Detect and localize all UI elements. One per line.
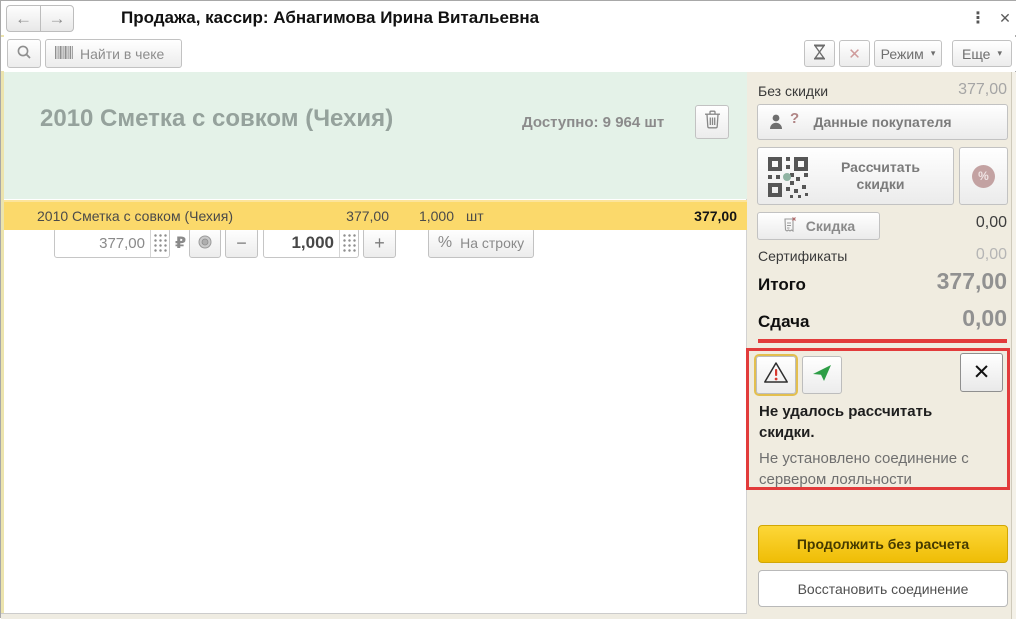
product-name: 2010 Сметка с совком (Чехия): [40, 105, 394, 132]
window-close-icon[interactable]: ✕: [996, 7, 1014, 29]
calc-discounts-button[interactable]: Рассчитать скидки: [757, 147, 954, 205]
more-label: Еще: [961, 45, 991, 62]
price-field[interactable]: 377,00: [54, 228, 170, 258]
cancel-icon: ✕: [848, 45, 861, 63]
total-value: 377,00: [936, 268, 1007, 294]
customer-data-button[interactable]: ? Данные покупателя: [757, 104, 1008, 140]
discount-value: 0,00: [975, 214, 1007, 231]
alert-divider: [758, 339, 1007, 343]
mode-label: Режим: [880, 45, 924, 62]
change-value: 0,00: [962, 305, 1007, 331]
question-mark: ?: [790, 110, 800, 127]
barcode-icon: [55, 45, 73, 62]
kebab-menu-icon[interactable]: ⋮: [969, 7, 987, 29]
discount-label: Скидка: [805, 218, 856, 234]
line-discount-button[interactable]: % На строку: [428, 228, 534, 258]
coin-icon: [198, 233, 212, 254]
send-report-button[interactable]: [802, 356, 842, 394]
receipt-area: 2010 Сметка с совком (Чехия) Доступно: 9…: [4, 72, 747, 613]
quantity-value: 1,000: [291, 233, 334, 252]
minus-icon: −: [236, 232, 247, 253]
person-icon: [768, 112, 788, 132]
error-message: Не установлено соединение с сервером лоя…: [759, 450, 969, 488]
find-in-receipt-label: Найти в чеке: [80, 45, 165, 62]
calc-discounts-label: Рассчитать скидки: [841, 159, 920, 192]
discount-button[interactable]: Скидка: [757, 212, 880, 240]
forward-arrow-icon: →: [48, 8, 66, 28]
current-item-panel: 2010 Сметка с совком (Чехия) Доступно: 9…: [4, 72, 747, 258]
row-qty: 1,000: [418, 208, 454, 224]
page-title: Продажа, кассир: Абнагимова Ирина Виталь…: [121, 8, 540, 27]
manual-discount-button[interactable]: %: [959, 147, 1008, 205]
price-value: 377,00: [99, 234, 145, 252]
mode-button[interactable]: Режим ▾: [874, 40, 942, 67]
back-arrow-icon: ←: [15, 8, 32, 28]
send-icon: [812, 364, 832, 387]
chevron-down-icon: ▾: [930, 48, 936, 58]
plus-icon: +: [374, 232, 385, 253]
no-discount-label: Без скидки: [758, 83, 829, 99]
decrease-qty-button[interactable]: −: [225, 228, 258, 258]
find-in-receipt-button[interactable]: Найти в чеке: [45, 39, 182, 68]
forward-button[interactable]: →: [40, 5, 74, 32]
line-discount-label: На строку: [460, 235, 525, 251]
error-notification: ✕ Не удалось рассчитать скидки. Не устан…: [746, 348, 1010, 490]
row-price: 377,00: [346, 208, 389, 224]
receipt-discount-icon: [782, 216, 798, 236]
error-title: Не удалось рассчитать скидки.: [759, 403, 933, 441]
total-label: Итого: [758, 275, 806, 294]
change-label: Сдача: [758, 312, 810, 331]
row-sum: 377,00: [694, 208, 737, 224]
window-bottom-edge: [1, 613, 747, 619]
restore-connection-button[interactable]: Восстановить соединение: [758, 570, 1008, 607]
hourglass-icon: [812, 44, 827, 63]
more-button[interactable]: Еще ▾: [952, 40, 1012, 67]
qr-code-icon: [766, 155, 810, 199]
close-icon[interactable]: ✕: [960, 353, 1003, 392]
back-button[interactable]: ←: [6, 5, 40, 32]
trash-icon: [704, 110, 721, 134]
table-row[interactable]: 2010 Сметка с совком (Чехия) 377,00 1,00…: [4, 200, 747, 230]
totals-panel: Без скидки 377,00 ? Данные покупателя Ра…: [746, 72, 1016, 619]
titlebar: ← → Продажа, кассир: Абнагимова Ирина Ви…: [1, 1, 1016, 35]
warning-button[interactable]: [756, 356, 796, 394]
history-nav: ← →: [6, 5, 74, 32]
increase-qty-button[interactable]: +: [363, 228, 396, 258]
ruble-sign: ₽: [175, 235, 187, 252]
percent-circle-icon: %: [972, 164, 995, 188]
chevron-down-icon: ▾: [997, 48, 1003, 58]
search-icon: [16, 44, 32, 63]
numpad-icon[interactable]: [150, 229, 169, 257]
no-discount-value: 377,00: [958, 81, 1007, 98]
warning-icon: [763, 361, 789, 389]
available-stock: Доступно: 9 964 шт: [522, 114, 665, 131]
row-name: 2010 Сметка с совком (Чехия): [37, 208, 233, 224]
certificates-value: 0,00: [975, 246, 1007, 263]
customer-data-label: Данные покупателя: [813, 114, 952, 130]
numpad-icon[interactable]: [339, 229, 358, 257]
wait-button[interactable]: [804, 40, 835, 67]
certificates-label: Сертификаты: [758, 248, 848, 264]
toolbar: Найти в чеке ✕ Режим ▾ Еще ▾: [1, 37, 1016, 71]
pos-window: ← → Продажа, кассир: Абнагимова Ирина Ви…: [0, 0, 1016, 619]
panel-scroll-strip[interactable]: [1011, 72, 1016, 619]
continue-without-calc-button[interactable]: Продолжить без расчета: [758, 525, 1008, 563]
delete-line-button[interactable]: [695, 105, 729, 139]
quantity-field[interactable]: 1,000: [263, 228, 359, 258]
price-coin-button[interactable]: [189, 228, 221, 258]
percent-icon: %: [437, 234, 453, 251]
cancel-button[interactable]: ✕: [839, 40, 870, 67]
search-button[interactable]: [7, 39, 41, 68]
row-unit: шт: [466, 208, 484, 224]
